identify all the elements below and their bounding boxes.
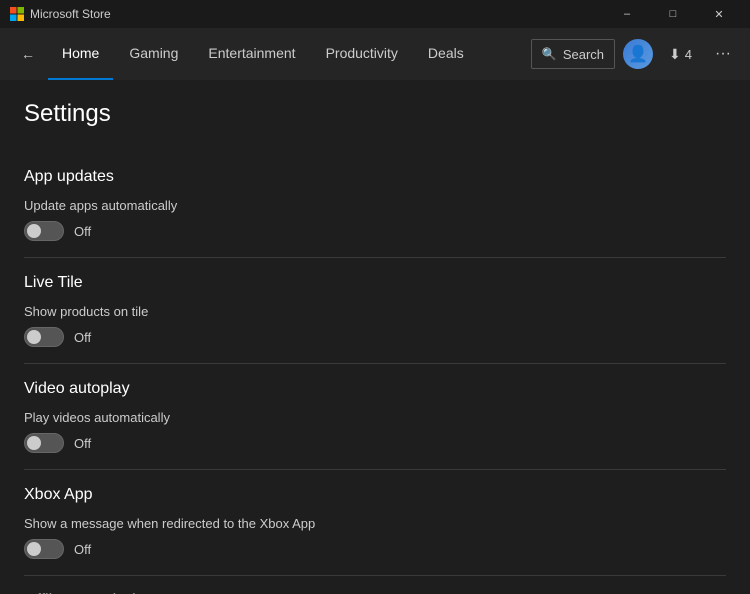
- section-title-offline-permissions: Offline Permissions: [24, 576, 726, 594]
- maximize-button[interactable]: □: [650, 0, 696, 28]
- avatar[interactable]: 👤: [623, 39, 653, 69]
- toggle-label-show-products: Off: [74, 330, 91, 345]
- search-icon: 🔍: [542, 47, 557, 61]
- section-video-autoplay: Video autoplay Play videos automatically…: [24, 364, 726, 470]
- nav-tab-deals[interactable]: Deals: [414, 28, 478, 80]
- setting-label-show-products: Show products on tile: [24, 304, 726, 319]
- nav-right: 🔍 Search 👤 ⬇ 4 ···: [531, 39, 738, 69]
- toggle-label-auto-update: Off: [74, 224, 91, 239]
- more-button[interactable]: ···: [708, 39, 738, 69]
- section-title-app-updates: App updates: [24, 152, 726, 186]
- page-title: Settings: [24, 100, 726, 128]
- app-icon: [10, 7, 24, 21]
- setting-label-play-videos: Play videos automatically: [24, 410, 726, 425]
- toggle-label-play-videos: Off: [74, 436, 91, 451]
- setting-play-videos: Play videos automatically Off: [24, 410, 726, 453]
- toggle-play-videos[interactable]: [24, 433, 64, 453]
- more-icon: ···: [715, 45, 731, 63]
- section-offline-permissions: Offline Permissions: [24, 576, 726, 594]
- section-title-video-autoplay: Video autoplay: [24, 364, 726, 398]
- search-button[interactable]: 🔍 Search: [531, 39, 615, 69]
- section-xbox-app: Xbox App Show a message when redirected …: [24, 470, 726, 576]
- title-bar-left: Microsoft Store: [10, 7, 111, 21]
- nav-tab-gaming[interactable]: Gaming: [115, 28, 192, 80]
- setting-xbox-message: Show a message when redirected to the Xb…: [24, 516, 726, 559]
- minimize-button[interactable]: –: [604, 0, 650, 28]
- nav-tab-entertainment[interactable]: Entertainment: [194, 28, 309, 80]
- nav-tab-productivity[interactable]: Productivity: [312, 28, 412, 80]
- toggle-row-play-videos: Off: [24, 433, 726, 453]
- setting-label-xbox-message: Show a message when redirected to the Xb…: [24, 516, 726, 531]
- close-button[interactable]: ✕: [696, 0, 742, 28]
- main-content: Settings App updates Update apps automat…: [0, 80, 750, 594]
- app-title: Microsoft Store: [30, 7, 111, 21]
- toggle-xbox-message[interactable]: [24, 539, 64, 559]
- section-live-tile: Live Tile Show products on tile Off: [24, 258, 726, 364]
- setting-auto-update: Update apps automatically Off: [24, 198, 726, 241]
- back-button[interactable]: ←: [12, 38, 44, 70]
- nav-tabs: Home Gaming Entertainment Productivity D…: [48, 28, 527, 80]
- search-label: Search: [563, 47, 604, 62]
- toggle-row-xbox-message: Off: [24, 539, 726, 559]
- toggle-row-auto-update: Off: [24, 221, 726, 241]
- title-bar: Microsoft Store – □ ✕: [0, 0, 750, 28]
- nav-bar: ← Home Gaming Entertainment Productivity…: [0, 28, 750, 80]
- setting-label-auto-update: Update apps automatically: [24, 198, 726, 213]
- downloads-count: 4: [685, 47, 692, 62]
- nav-tab-home[interactable]: Home: [48, 28, 113, 80]
- toggle-row-show-products: Off: [24, 327, 726, 347]
- section-title-xbox-app: Xbox App: [24, 470, 726, 504]
- avatar-icon: 👤: [628, 44, 648, 64]
- download-icon: ⬇: [669, 46, 681, 63]
- toggle-auto-update[interactable]: [24, 221, 64, 241]
- title-bar-controls: – □ ✕: [604, 0, 742, 28]
- toggle-label-xbox-message: Off: [74, 542, 91, 557]
- toggle-show-products[interactable]: [24, 327, 64, 347]
- downloads-button[interactable]: ⬇ 4: [661, 42, 700, 67]
- section-app-updates: App updates Update apps automatically Of…: [24, 152, 726, 258]
- setting-show-products: Show products on tile Off: [24, 304, 726, 347]
- section-title-live-tile: Live Tile: [24, 258, 726, 292]
